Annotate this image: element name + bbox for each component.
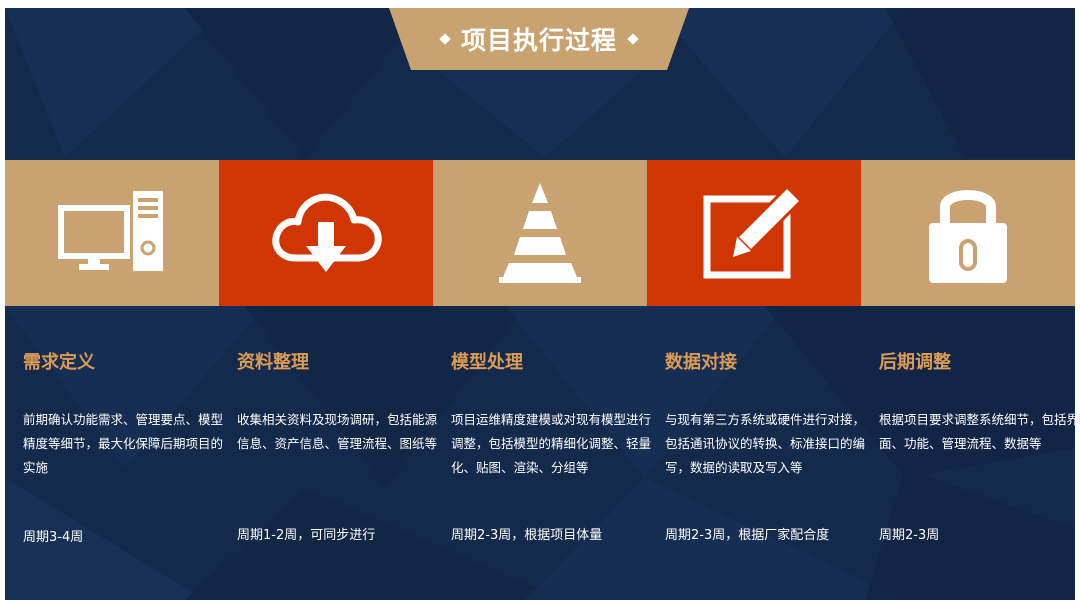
cloud-download-icon bbox=[272, 193, 382, 272]
computer-icon bbox=[58, 191, 163, 271]
step-description: 收集相关资料及现场调研，包括能源信息、资产信息、管理流程、图纸等 bbox=[237, 412, 438, 451]
tile-adjust bbox=[861, 160, 1075, 306]
step-title: 后期调整 bbox=[879, 352, 951, 373]
step-title: 数据对接 bbox=[665, 352, 737, 373]
step-period: 周期2-3周，根据厂家配合度 bbox=[665, 528, 830, 543]
traffic-cone-icon bbox=[499, 183, 581, 283]
step-column-2: 资料整理 收集相关资料及现场调研，包括能源信息、资产信息、管理流程、图纸等 周期… bbox=[237, 348, 437, 543]
step-column-3: 模型处理 项目运维精度建模或对现有模型进行调整，包括模型的精细化调整、轻量化、贴… bbox=[451, 348, 651, 543]
page-title: 项目执行过程 bbox=[460, 26, 617, 55]
step-title: 需求定义 bbox=[23, 352, 95, 373]
step-period: 周期1-2周，可同步进行 bbox=[237, 528, 376, 543]
step-period: 周期3-4周 bbox=[23, 530, 84, 545]
step-period: 周期2-3周 bbox=[879, 528, 940, 543]
edit-icon bbox=[703, 185, 804, 279]
step-column-5: 后期调整 根据项目要求调整系统细节，包括界面、功能、管理流程、数据等 周期2-3… bbox=[879, 348, 1075, 543]
step-period: 周期2-3周，根据项目体量 bbox=[451, 528, 603, 543]
step-column-1: 需求定义 前期确认功能需求、管理要点、模型精度等细节，最大化保障后期项目的实施 … bbox=[23, 348, 223, 545]
step-title: 模型处理 bbox=[451, 352, 523, 373]
lock-icon bbox=[929, 190, 1007, 283]
tile-requirements bbox=[5, 160, 219, 306]
page-title-box: 项目执行过程 bbox=[389, 8, 689, 70]
tile-materials bbox=[219, 160, 433, 306]
diamond-left-icon bbox=[439, 33, 451, 45]
step-description: 与现有第三方系统或硬件进行对接，包括通讯协议的转换、标准接口的编写，数据的读取及… bbox=[665, 412, 866, 475]
tile-model bbox=[433, 160, 647, 306]
step-title: 资料整理 bbox=[237, 352, 309, 373]
step-description: 根据项目要求调整系统细节，包括界面、功能、管理流程、数据等 bbox=[879, 412, 1075, 451]
icon-band bbox=[5, 160, 1075, 306]
tile-data bbox=[647, 160, 861, 306]
diamond-right-icon bbox=[627, 33, 639, 45]
step-column-4: 数据对接 与现有第三方系统或硬件进行对接，包括通讯协议的转换、标准接口的编写，数… bbox=[665, 348, 865, 543]
slide: 项目执行过程 需求定义 前期确认功能需求、管理要点、模型精度等细节，最大化保障后… bbox=[5, 8, 1075, 600]
step-description: 前期确认功能需求、管理要点、模型精度等细节，最大化保障后期项目的实施 bbox=[23, 412, 224, 475]
step-description: 项目运维精度建模或对现有模型进行调整，包括模型的精细化调整、轻量化、贴图、渲染、… bbox=[451, 412, 652, 475]
